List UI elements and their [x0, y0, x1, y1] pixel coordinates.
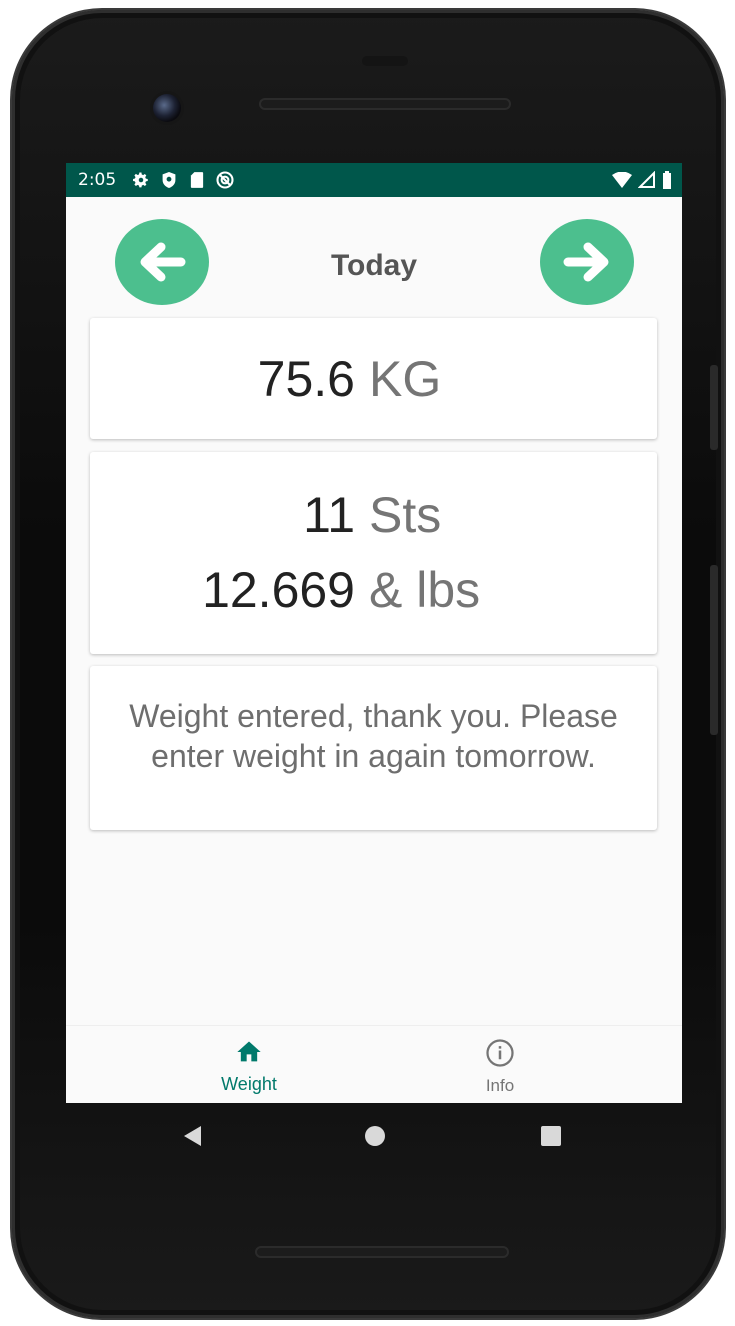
tab-info[interactable]: Info [420, 1038, 580, 1096]
signal-icon [638, 171, 655, 188]
stones-unit: Sts [369, 487, 442, 543]
front-camera-icon [153, 94, 181, 122]
kg-row: 75.6 KG [90, 350, 657, 408]
next-day-button[interactable] [540, 219, 634, 305]
tab-info-label: Info [485, 1076, 515, 1095]
earpiece-speaker [259, 98, 511, 110]
pounds-unit: & lbs [369, 562, 481, 618]
stones-row: 11 Sts [90, 486, 657, 544]
bottom-speaker [255, 1246, 509, 1258]
power-button [710, 365, 718, 450]
confirmation-message: Weight entered, thank you. Please enter … [129, 698, 618, 774]
volume-button [710, 565, 718, 735]
stone-weight-card: 11 Sts 12.669 & lbs [90, 452, 657, 654]
tab-weight-label: Weight [221, 1074, 277, 1094]
pounds-row: 12.669 & lbs [90, 561, 657, 619]
pounds-value: 12.669 [202, 562, 355, 618]
settings-icon [130, 169, 152, 191]
do-not-disturb-icon [214, 169, 236, 191]
bottom-navigation: Weight Info [66, 1025, 682, 1103]
sd-card-icon [186, 169, 208, 191]
status-right-icons [612, 170, 672, 190]
proximity-sensor [362, 56, 408, 66]
arrow-right-icon [563, 242, 609, 282]
kg-unit: KG [369, 351, 442, 407]
wifi-icon [612, 172, 632, 188]
battery-icon [663, 171, 671, 189]
status-bar: 2:05 [66, 163, 682, 197]
kg-value: 75.6 [257, 351, 355, 407]
system-recents-button[interactable] [539, 1124, 563, 1148]
system-home-button[interactable] [363, 1124, 387, 1148]
app-screen: 2:05 Today 75.6 KG 11 Sts 12.669 & lbs W… [66, 163, 682, 1103]
recents-icon [541, 1126, 561, 1146]
home-icon [237, 1041, 261, 1062]
kg-weight-card[interactable]: 75.6 KG [90, 318, 657, 439]
info-icon [486, 1039, 514, 1067]
system-navigation-bar [66, 1110, 682, 1160]
day-navigation: Today [66, 219, 682, 307]
system-back-button[interactable] [181, 1124, 205, 1148]
shield-icon [158, 169, 180, 191]
stones-value: 11 [303, 487, 355, 543]
message-card: Weight entered, thank you. Please enter … [90, 666, 657, 830]
home-circle-icon [365, 1126, 385, 1146]
tab-weight[interactable]: Weight [169, 1038, 329, 1095]
back-icon [184, 1126, 201, 1146]
status-time: 2:05 [78, 170, 117, 190]
